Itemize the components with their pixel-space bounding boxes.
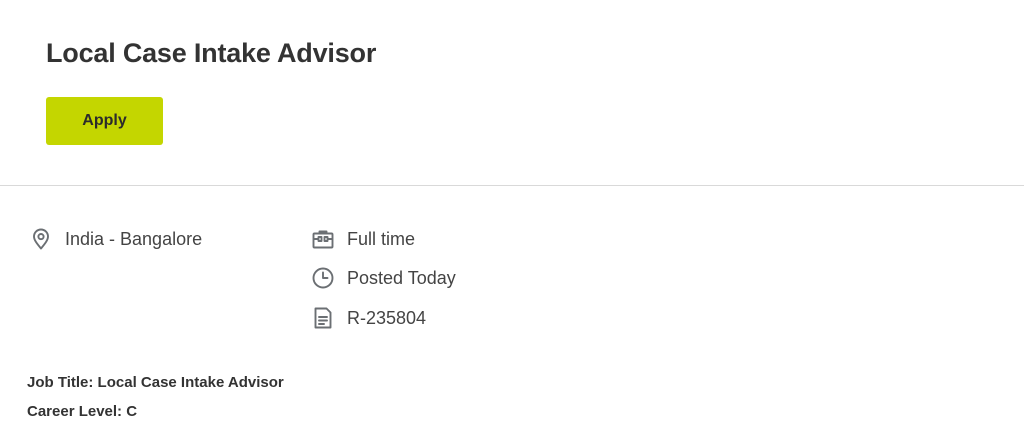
job-header: Local Case Intake Advisor Apply [0,0,1024,186]
job-title-line: Job Title: Local Case Intake Advisor [27,374,284,391]
job-requisition-id: R-235804 [311,306,426,330]
job-time-type: Full time [311,227,415,251]
location-pin-icon [29,227,53,251]
location-text: India - Bangalore [65,228,203,249]
briefcase-icon [311,227,335,251]
document-icon [311,306,335,330]
apply-button[interactable]: Apply [46,97,163,145]
requisition-text: R-235804 [347,307,427,328]
time-type-text: Full time [347,228,416,249]
job-title: Local Case Intake Advisor [46,38,377,68]
job-location: India - Bangalore [29,227,202,251]
clock-icon [311,266,335,290]
career-level-line: Career Level: C [27,403,138,420]
posted-text: Posted Today [347,267,456,288]
job-posted-date: Posted Today [311,266,456,290]
